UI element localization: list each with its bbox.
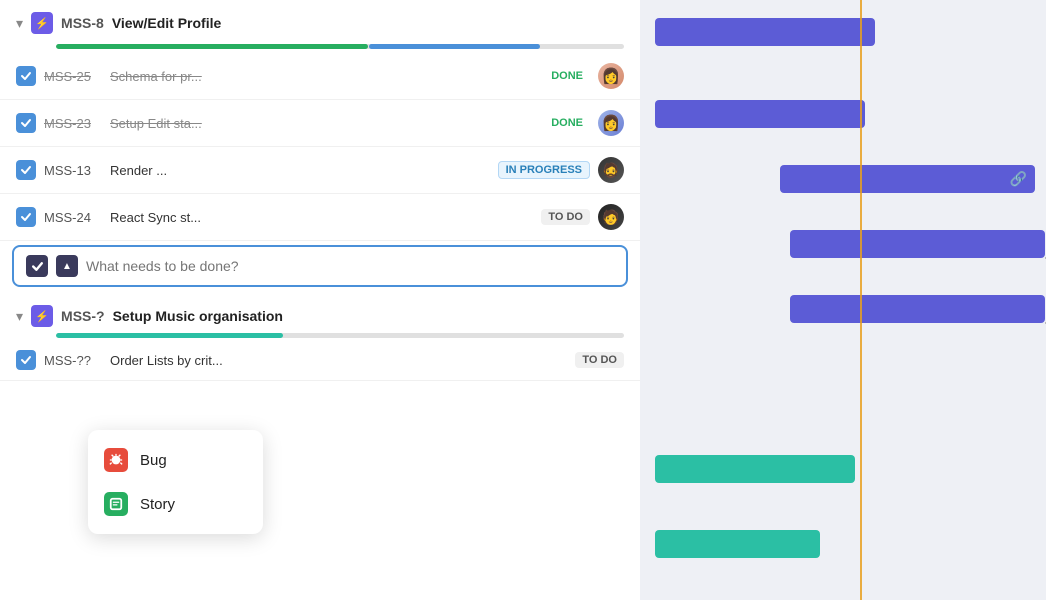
input-type-chevron[interactable]: ▲ bbox=[56, 255, 78, 277]
left-panel: ▾ ⚡ MSS-8 View/Edit Profile MSS-25 Schem… bbox=[0, 0, 640, 600]
gantt-bar-3: 🔗 bbox=[780, 165, 1035, 193]
task-row: MSS-13 Render ... IN PROGRESS 🧔 bbox=[0, 147, 640, 194]
task-id: MSS-24 bbox=[44, 210, 102, 225]
task-id: MSS-?? bbox=[44, 353, 102, 368]
task-checkbox[interactable] bbox=[16, 207, 36, 227]
gantt-bar-4 bbox=[790, 230, 1045, 258]
task-checkbox[interactable] bbox=[16, 350, 36, 370]
gantt-bar-7 bbox=[655, 530, 820, 558]
task-id: MSS-25 bbox=[44, 69, 102, 84]
avatar: 👩 bbox=[598, 63, 624, 89]
input-checkbox-icon[interactable] bbox=[26, 255, 48, 277]
task-checkbox[interactable] bbox=[16, 66, 36, 86]
task-row: MSS-23 Setup Edit sta... DONE 👩 bbox=[0, 100, 640, 147]
gantt-timeline-line bbox=[860, 0, 862, 600]
dropdown-item-story-label: Story bbox=[140, 496, 175, 513]
gantt-bar-6 bbox=[655, 455, 855, 483]
story1-progress-bar bbox=[56, 44, 624, 49]
avatar: 👩 bbox=[598, 110, 624, 136]
task-name: React Sync st... bbox=[110, 210, 533, 225]
status-badge: DONE bbox=[544, 115, 590, 131]
story2-chevron[interactable]: ▾ bbox=[16, 308, 23, 325]
status-badge: DONE bbox=[544, 68, 590, 84]
story2-header: ▾ ⚡ MSS-? Setup Music organisation bbox=[0, 295, 640, 331]
task-name: Order Lists by crit... bbox=[110, 353, 567, 368]
type-dropdown-menu: Bug Story bbox=[88, 430, 263, 534]
task-id: MSS-23 bbox=[44, 116, 102, 131]
task-row: MSS-?? Order Lists by crit... TO DO bbox=[0, 340, 640, 381]
story-icon bbox=[104, 492, 128, 516]
story2-icon: ⚡ bbox=[31, 305, 53, 327]
task-row: MSS-24 React Sync st... TO DO 🧑 bbox=[0, 194, 640, 241]
task-id: MSS-13 bbox=[44, 163, 102, 178]
dropdown-item-bug-label: Bug bbox=[140, 452, 167, 469]
story2-title: Setup Music organisation bbox=[113, 308, 283, 324]
story1-header: ▾ ⚡ MSS-8 View/Edit Profile bbox=[0, 0, 640, 40]
story2-progress-bar bbox=[56, 333, 624, 338]
avatar: 🧑 bbox=[598, 204, 624, 230]
story1-title: View/Edit Profile bbox=[112, 15, 221, 31]
task-checkbox[interactable] bbox=[16, 160, 36, 180]
task-name: Schema for pr... bbox=[110, 69, 536, 84]
status-badge: TO DO bbox=[575, 352, 624, 368]
story2-id: MSS-? bbox=[61, 308, 105, 324]
avatar: 🧔 bbox=[598, 157, 624, 183]
task-checkbox[interactable] bbox=[16, 113, 36, 133]
bug-icon bbox=[104, 448, 128, 472]
task-name: Render ... bbox=[110, 163, 490, 178]
task-name: Setup Edit sta... bbox=[110, 116, 536, 131]
task-row: MSS-25 Schema for pr... DONE 👩 bbox=[0, 53, 640, 100]
story1-icon: ⚡ bbox=[31, 12, 53, 34]
dropdown-item-story[interactable]: Story bbox=[88, 482, 263, 526]
gantt-panel: 🔗 bbox=[640, 0, 1046, 600]
gantt-bar-2 bbox=[655, 100, 865, 128]
status-badge: TO DO bbox=[541, 209, 590, 225]
gantt-bar-1 bbox=[655, 18, 875, 46]
dropdown-item-bug[interactable]: Bug bbox=[88, 438, 263, 482]
link-icon: 🔗 bbox=[1010, 171, 1027, 188]
story1-id: MSS-8 bbox=[61, 15, 104, 31]
gantt-bar-5 bbox=[790, 295, 1045, 323]
new-task-input-row[interactable]: ▲ bbox=[12, 245, 628, 287]
story1-chevron[interactable]: ▾ bbox=[16, 15, 23, 32]
new-task-input[interactable] bbox=[86, 258, 614, 274]
status-badge: IN PROGRESS bbox=[498, 161, 590, 179]
